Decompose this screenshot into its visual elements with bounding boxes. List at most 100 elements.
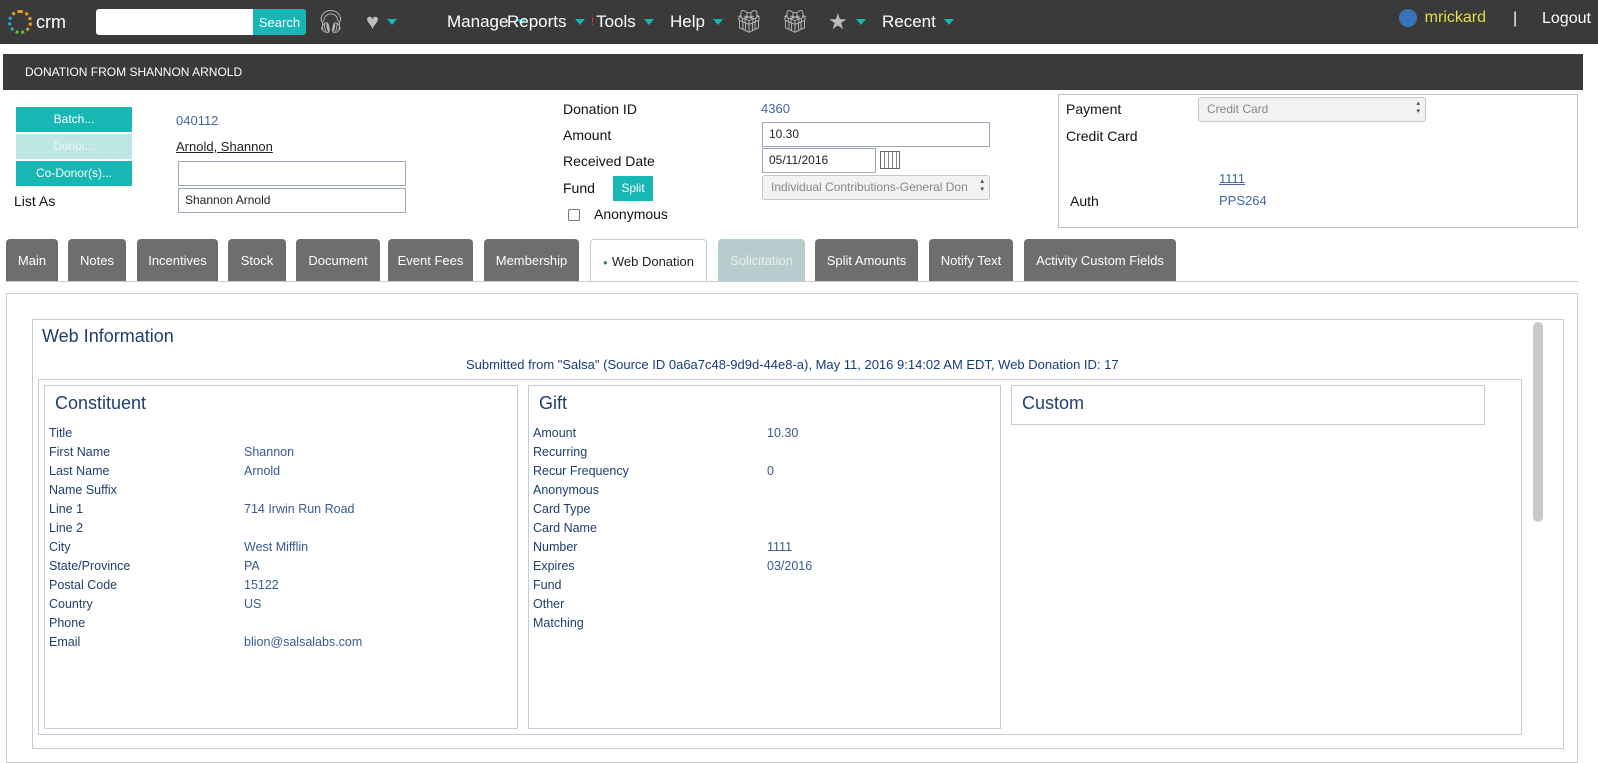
tab-notes[interactable]: Notes: [68, 239, 126, 281]
search-button[interactable]: Search: [253, 9, 306, 35]
amount-field[interactable]: 10.30: [762, 122, 990, 147]
chevron-down-icon: [643, 19, 654, 25]
field-value: 15122: [244, 578, 279, 592]
field-key: Postal Code: [49, 578, 118, 592]
payment-select[interactable]: Credit Card: [1198, 97, 1426, 122]
tab-split-amounts[interactable]: Split Amounts: [815, 239, 918, 281]
user-avatar-icon: [1398, 9, 1417, 27]
codonor-button[interactable]: Co-Donor(s)...: [16, 161, 132, 186]
field-value: PA: [244, 559, 260, 573]
field-key: Name Suffix: [49, 483, 117, 497]
tab-incentives[interactable]: Incentives: [137, 239, 218, 281]
tab-activity-custom-fields[interactable]: Activity Custom Fields: [1024, 239, 1176, 281]
tab-notify-text[interactable]: Notify Text: [929, 239, 1013, 281]
credit-card-number-link[interactable]: 1111: [1219, 171, 1245, 186]
field-key: Matching: [533, 616, 584, 630]
reports-label: Reports: [507, 12, 567, 31]
heart-menu[interactable]: ♥: [366, 8, 398, 36]
chevron-down-icon: [855, 19, 866, 25]
payment-label: Payment: [1066, 101, 1122, 117]
field-value: blion@salsalabs.com: [244, 635, 363, 649]
help-label: Help: [670, 12, 705, 31]
field-value: 03/2016: [767, 559, 813, 573]
active-dot-icon: ●: [603, 257, 608, 267]
tab-web-donation-label: Web Donation: [611, 254, 694, 269]
field-key: Amount: [533, 426, 577, 440]
crm-logo[interactable]: crm: [8, 8, 66, 36]
field-key: City: [49, 540, 71, 554]
field-key: Anonymous: [533, 483, 600, 497]
field-key: Other: [533, 597, 565, 611]
submitted-info: Submitted from "Salsa" (Source ID 0a6a7c…: [466, 357, 1119, 372]
field-key: Recur Frequency: [533, 464, 629, 478]
gift-add-icon[interactable]: 🎁︎: [781, 8, 809, 36]
tab-stock[interactable]: Stock: [228, 239, 286, 281]
tab-event-fees[interactable]: Event Fees: [388, 239, 473, 281]
field-key: Line 2: [49, 521, 84, 535]
username: mrickard: [1424, 9, 1486, 26]
constituent-title: Constituent: [55, 393, 147, 413]
star-icon: ★: [828, 9, 848, 34]
field-key: Country: [49, 597, 93, 611]
fund-label: Fund: [563, 180, 595, 196]
field-value: 0: [767, 464, 774, 478]
field-key: Card Type: [533, 502, 591, 516]
batch-value: 040112: [176, 113, 219, 128]
web-information-title: Web Information: [42, 326, 174, 346]
gift-title: Gift: [539, 393, 568, 413]
tools-label: Tools: [596, 12, 636, 31]
gift-icon[interactable]: 🎁︎: [735, 8, 763, 36]
donor-button: Donor...: [16, 134, 132, 159]
search-input[interactable]: [96, 9, 253, 35]
list-as-field[interactable]: Shannon Arnold: [178, 188, 406, 213]
recent-label: Recent: [882, 12, 936, 31]
codonor-field[interactable]: [178, 161, 406, 186]
received-date-label: Received Date: [563, 153, 655, 169]
user-menu[interactable]: mrickard: [1398, 9, 1486, 27]
tab-membership[interactable]: Membership: [484, 239, 579, 281]
scrollbar-thumb[interactable]: [1533, 322, 1543, 522]
anonymous-checkbox[interactable]: [568, 209, 580, 221]
chevron-down-icon: [712, 19, 723, 25]
field-key: First Name: [49, 445, 111, 459]
field-value: Arnold: [244, 464, 281, 478]
auth-value: PPS264: [1219, 193, 1267, 208]
constituent-panel: Constituent Title First Name Shannon Last…: [44, 385, 518, 729]
favorites-menu[interactable]: ★: [828, 8, 866, 36]
received-date-field[interactable]: 05/11/2016: [762, 148, 876, 173]
logo-text: crm: [36, 11, 66, 32]
chevron-down-icon: [574, 19, 585, 25]
fund-select[interactable]: Individual Contributions-General Don: [762, 175, 990, 200]
logout-link[interactable]: Logout: [1542, 10, 1591, 28]
field-key: Recurring: [533, 445, 588, 459]
heart-icon: ♥: [366, 9, 380, 34]
manage-label: Manage: [447, 12, 509, 31]
tab-web-donation[interactable]: ● Web Donation: [590, 239, 707, 281]
tools-menu[interactable]: ! Tools: [591, 10, 654, 34]
chevron-down-icon: [387, 19, 398, 25]
field-key: Email: [49, 635, 81, 649]
batch-button[interactable]: Batch...: [16, 107, 132, 132]
donation-id-value: 4360: [761, 101, 790, 116]
field-key: Expires: [533, 559, 575, 573]
top-nav-bar: crm Search 🎧︎ ♥ Manage Reports ! Tools He…: [0, 0, 1598, 44]
chevron-down-icon: [943, 19, 954, 25]
calendar-icon[interactable]: [880, 151, 900, 169]
donor-link[interactable]: Arnold, Shannon: [176, 139, 273, 154]
custom-title: Custom: [1022, 393, 1085, 413]
field-value: Shannon: [244, 445, 295, 459]
field-key: State/Province: [49, 559, 131, 573]
split-button[interactable]: Split: [613, 176, 653, 201]
tab-main[interactable]: Main: [6, 239, 58, 281]
field-key: Number: [533, 540, 578, 554]
recent-menu[interactable]: Recent: [882, 10, 954, 34]
headset-icon[interactable]: 🎧︎: [317, 8, 345, 36]
field-value: US: [244, 597, 262, 611]
help-menu[interactable]: Help: [670, 10, 723, 34]
tab-solicitation: Solicitation: [718, 239, 805, 281]
reports-menu[interactable]: Reports: [507, 10, 585, 34]
field-key: Card Name: [533, 521, 597, 535]
tab-document[interactable]: Document: [296, 239, 380, 281]
donation-id-label: Donation ID: [563, 101, 637, 117]
field-key: Line 1: [49, 502, 84, 516]
